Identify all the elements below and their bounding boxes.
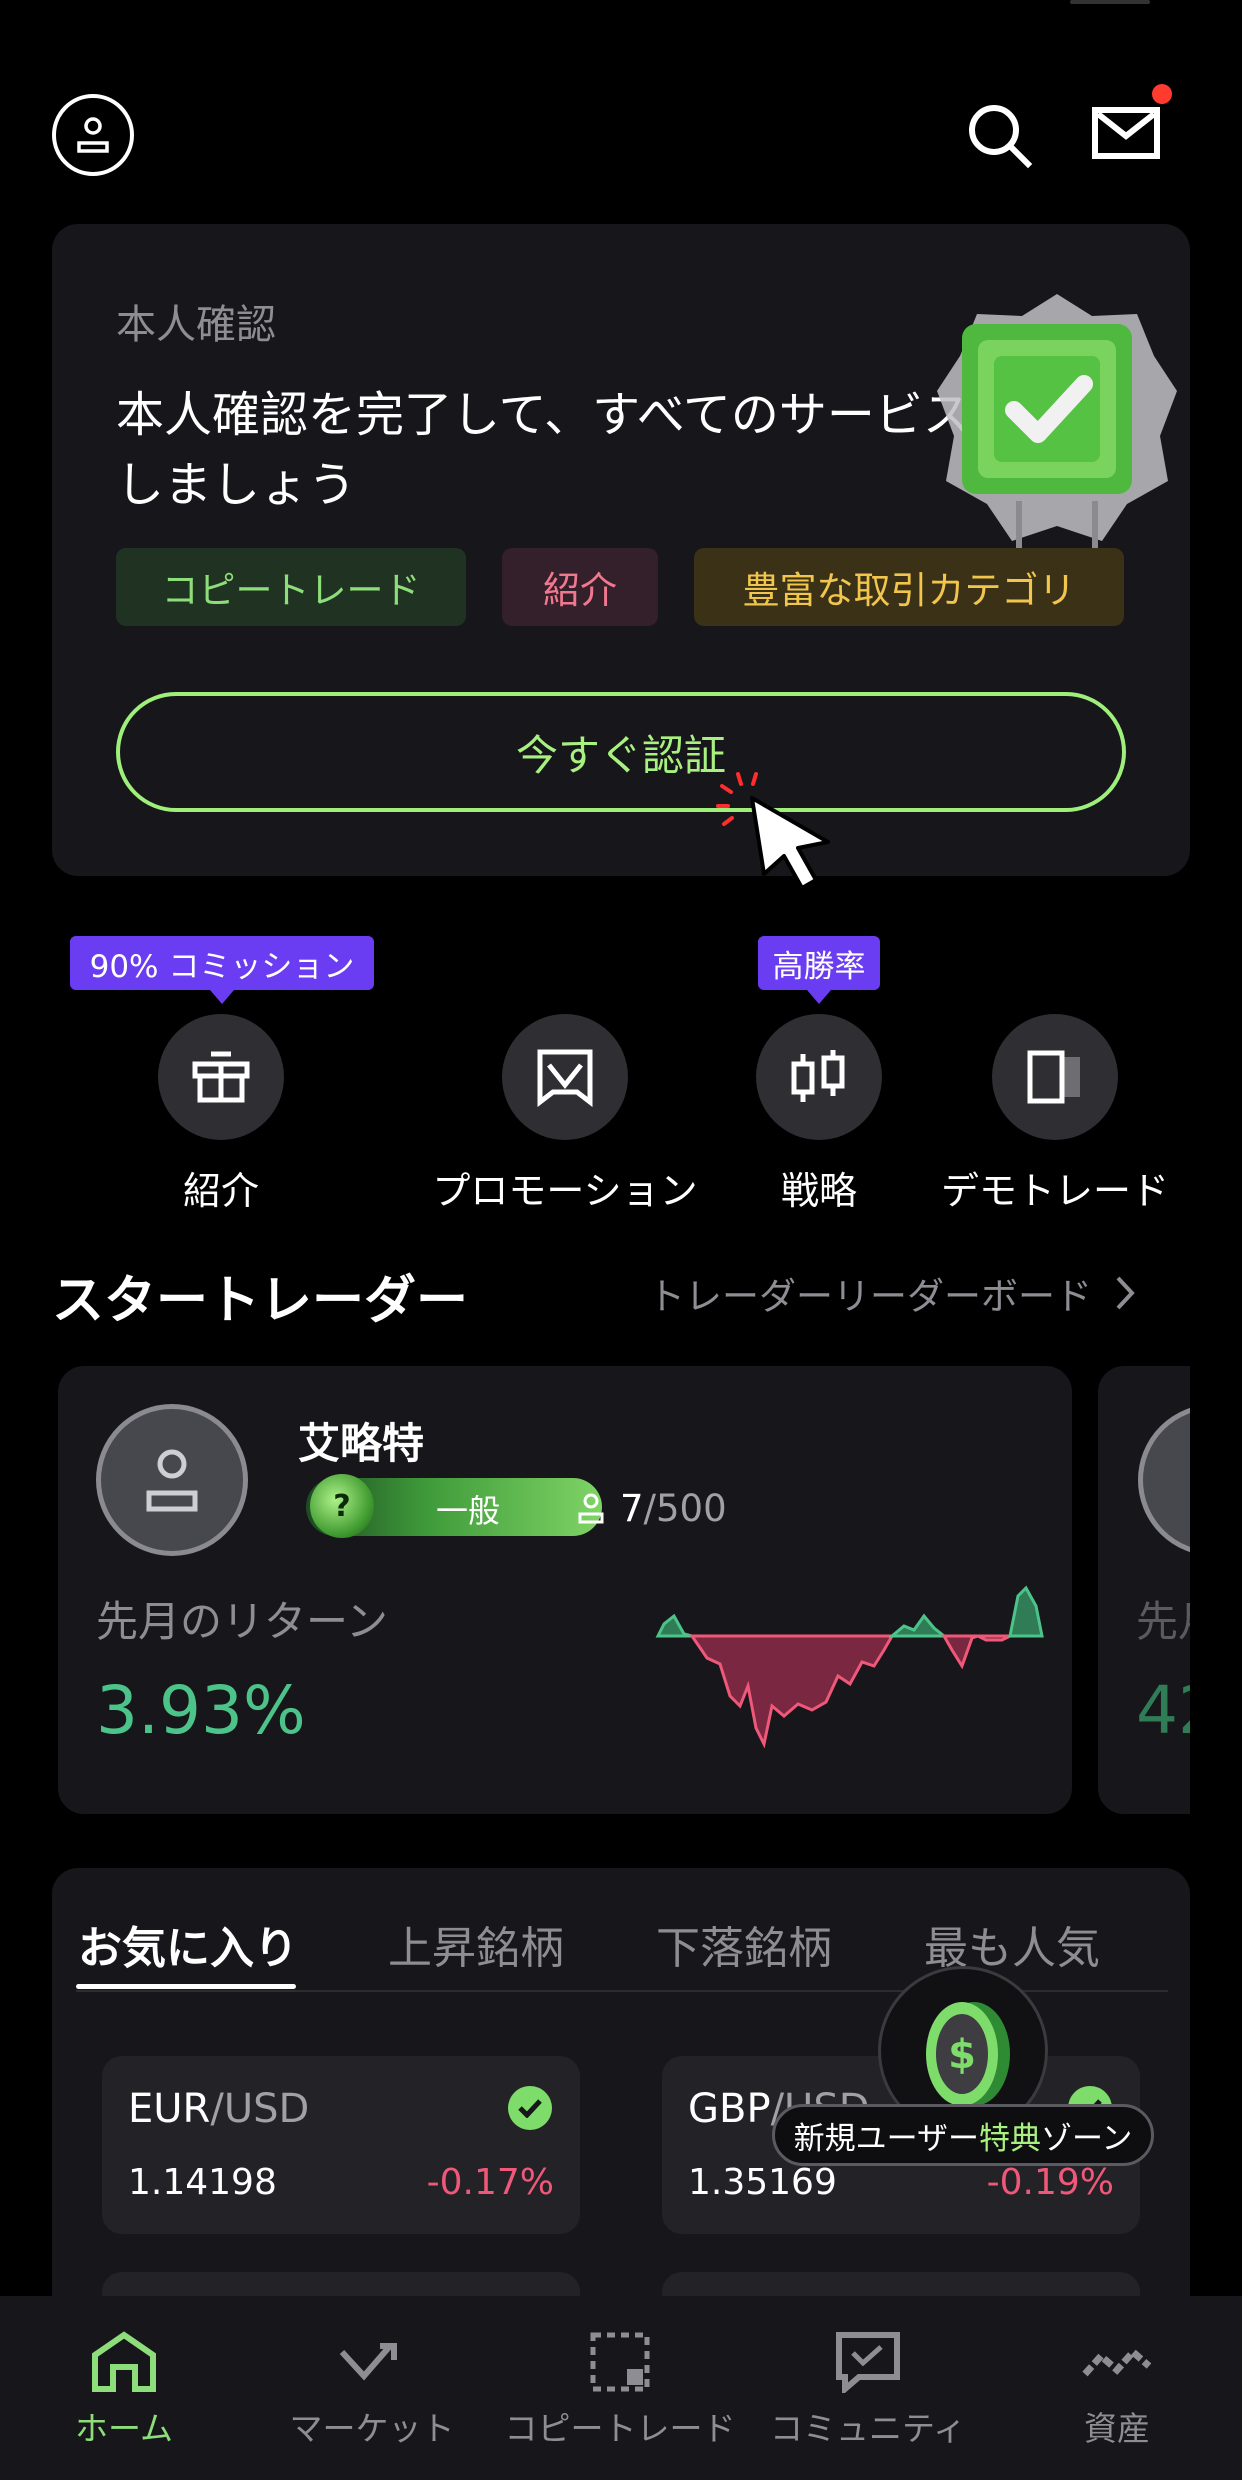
quick-referral-label: 紹介 <box>182 1169 259 1213</box>
quick-referral[interactable]: 紹介 <box>126 1014 316 1215</box>
star-traders-title: スタートレーダー <box>52 1271 469 1331</box>
dollar-coin-icon: $ <box>926 2002 1010 2106</box>
promotion-icon <box>537 1049 593 1107</box>
favorite-check-icon[interactable] <box>508 2086 552 2130</box>
candlestick-icon <box>791 1050 845 1102</box>
profile-button[interactable] <box>52 94 134 176</box>
active-tab-indicator <box>76 1984 296 1989</box>
quick-promotion-label: プロモーション <box>432 1169 698 1213</box>
search-icon <box>969 105 1033 169</box>
demo-trade-icon <box>1027 1050 1080 1104</box>
nav-community-label: コミュニティ <box>769 2409 967 2448</box>
tap-cursor-icon <box>716 772 830 890</box>
verified-badge-icon <box>937 294 1177 551</box>
new-user-benefits-zone-button[interactable]: 新規ユーザー 特典 ゾーン <box>772 2104 1154 2166</box>
trader-level-label: 一般 <box>435 1492 500 1530</box>
strategy-icon-circle <box>756 1014 882 1140</box>
commission-badge: 90% コミッション <box>70 936 374 1004</box>
trader-followers: 7/500 <box>578 1480 727 1536</box>
pair-change: -0.19% <box>986 2162 1114 2203</box>
tag-trading-categories: 豊富な取引カテゴリ <box>694 548 1124 626</box>
nav-assets-label: 資産 <box>1084 2409 1150 2448</box>
trader-avatar <box>1138 1404 1190 1556</box>
trader-avatar <box>96 1404 248 1556</box>
pair-price: 1.35169 <box>688 2162 837 2203</box>
quick-demo-trade[interactable]: デモトレード <box>920 1014 1190 1215</box>
user-icon <box>77 117 109 153</box>
tab-gainers[interactable]: 上昇銘柄 <box>388 1912 564 1976</box>
follower-count: 7 <box>620 1486 644 1530</box>
follower-max: /500 <box>643 1486 727 1530</box>
pair-name: EUR/USD <box>128 2086 310 2132</box>
identity-verification-card: 本人確認 本人確認を完了して、すべてのサービスを利用しましょう コピートレード … <box>52 224 1190 876</box>
nav-home-label: ホーム <box>74 2409 173 2448</box>
trader-leaderboard-link[interactable]: トレーダーリーダーボード <box>648 1266 1136 1320</box>
nav-copy-trade[interactable]: コピートレード <box>496 2330 744 2450</box>
return-label: 先月のリターン <box>96 1597 388 1646</box>
level-coin-icon: ? <box>310 1474 374 1538</box>
tag-referral: 紹介 <box>502 548 658 626</box>
trader-leaderboard-label: トレーダーリーダーボード <box>648 1275 1092 1318</box>
pair-change: -0.17% <box>426 2162 554 2203</box>
high-winrate-badge: 高勝率 <box>758 936 880 1004</box>
tab-favorites[interactable]: お気に入り <box>78 1912 298 1976</box>
copy-trade-icon <box>583 2330 657 2394</box>
trader-card-next[interactable]: 先月 42 <box>1098 1366 1190 1814</box>
mail-icon <box>1092 107 1160 159</box>
nav-assets[interactable]: 資産 <box>992 2330 1242 2450</box>
pair-card-eurusd[interactable]: EUR/USD 1.14198 -0.17% <box>102 2056 580 2234</box>
verify-card-label: 本人確認 <box>116 302 276 348</box>
return-value: 3.93% <box>96 1672 306 1749</box>
nav-market-label: マーケット <box>289 2409 455 2448</box>
referral-icon-circle <box>158 1014 284 1140</box>
nav-home[interactable]: ホーム <box>0 2330 248 2450</box>
messages-button[interactable] <box>1092 104 1160 160</box>
return-sparkline <box>655 1585 1044 1749</box>
verify-now-button[interactable]: 今すぐ認証 <box>116 692 1126 812</box>
promotion-icon-circle <box>502 1014 628 1140</box>
user-icon <box>578 1493 604 1524</box>
chat-bubble-icon <box>831 2330 905 2394</box>
tag-copy-trade: コピートレード <box>116 548 466 626</box>
status-bar-indicator <box>1070 0 1150 4</box>
pair-price: 1.14198 <box>128 2162 277 2203</box>
gift-icon <box>192 1051 250 1103</box>
quick-promotion[interactable]: プロモーション <box>420 1014 710 1215</box>
svg-text:$: $ <box>948 2032 976 2078</box>
trader-card[interactable]: 艾略特 ? 一般 7/500 先月のリターン 3.93% <box>58 1366 1072 1814</box>
quick-strategy[interactable]: 戦略 <box>722 1014 916 1215</box>
home-icon <box>87 2330 161 2394</box>
quick-strategy-label: 戦略 <box>780 1169 857 1213</box>
return-label: 先月 <box>1136 1597 1190 1646</box>
bottom-navigation: ホーム マーケット コピートレード コミュニティ 資産 <box>0 2296 1242 2480</box>
trader-name: 艾略特 <box>298 1419 425 1468</box>
chevron-right-icon <box>1116 1276 1135 1310</box>
notification-dot <box>1152 84 1172 104</box>
quick-demo-trade-label: デモトレード <box>940 1169 1169 1213</box>
market-trend-icon <box>335 2330 409 2394</box>
demo-trade-icon-circle <box>992 1014 1118 1140</box>
assets-chart-icon <box>1080 2330 1154 2394</box>
return-value: 42 <box>1136 1672 1190 1749</box>
nav-copy-trade-label: コピートレード <box>504 2409 736 2448</box>
nav-community[interactable]: コミュニティ <box>744 2330 992 2450</box>
tab-losers[interactable]: 下落銘柄 <box>656 1912 832 1976</box>
search-button[interactable] <box>964 100 1036 172</box>
nav-market[interactable]: マーケット <box>248 2330 496 2450</box>
user-icon <box>146 1449 198 1512</box>
